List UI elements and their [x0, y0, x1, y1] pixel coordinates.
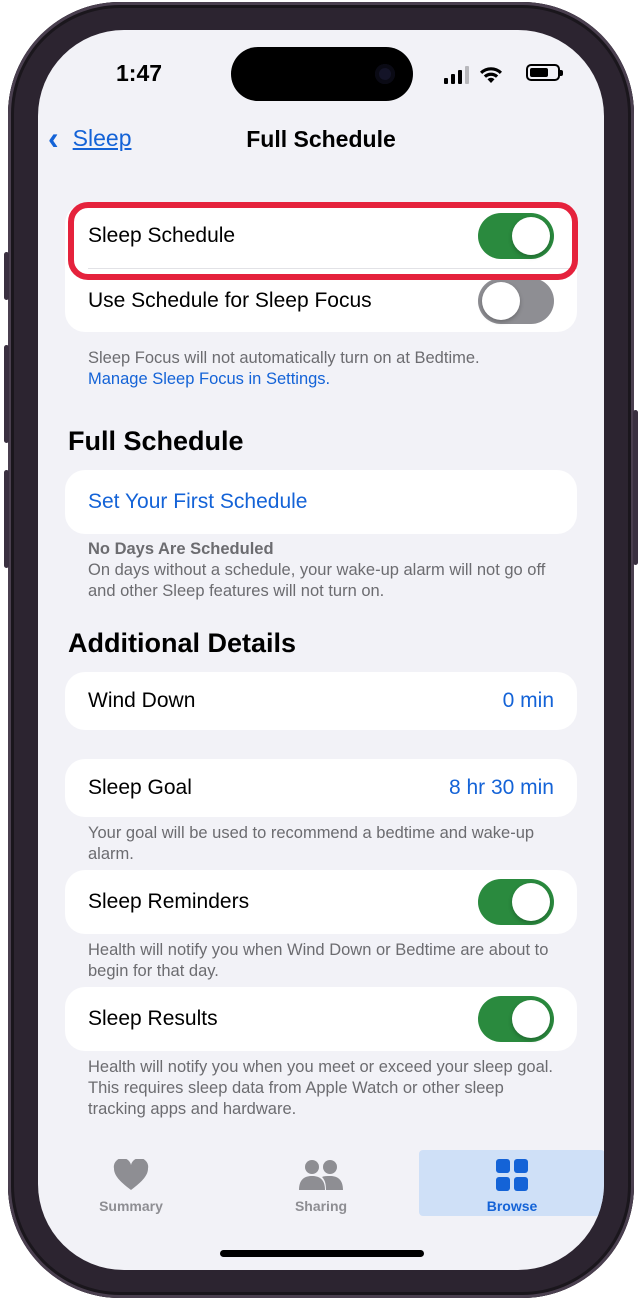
screen: 1:47 ‹ Sleep Full Schedule Sleep Schedul…	[38, 30, 604, 1270]
wind-down-label: Wind Down	[88, 689, 196, 712]
tab-sharing[interactable]: Sharing	[228, 1150, 414, 1216]
sleep-results-card: Sleep Results	[65, 987, 577, 1051]
tab-sharing-label: Sharing	[294, 1198, 348, 1214]
wind-down-value: 0 min	[502, 689, 554, 712]
status-time: 1:47	[116, 60, 163, 86]
no-days-note: No Days Are Scheduled On days without a …	[88, 539, 558, 602]
action-button	[4, 252, 9, 300]
full-schedule-card: Set Your First Schedule	[65, 470, 577, 534]
camera-icon	[375, 64, 395, 84]
sleep-reminders-row: Sleep Reminders	[65, 870, 577, 934]
sleep-reminders-note: Health will notify you when Wind Down or…	[88, 941, 549, 980]
dynamic-island	[231, 47, 413, 101]
wind-down-card: Wind Down 0 min	[65, 672, 577, 730]
sleep-focus-note: Sleep Focus will not automatically turn …	[88, 348, 558, 390]
sleep-reminders-card: Sleep Reminders	[65, 870, 577, 934]
manage-sleep-focus-link[interactable]: Manage Sleep Focus in Settings.	[88, 369, 558, 390]
sleep-results-toggle[interactable]	[478, 996, 554, 1042]
sleep-results-row: Sleep Results	[65, 987, 577, 1051]
sleep-focus-label: Use Schedule for Sleep Focus	[88, 288, 372, 312]
sleep-results-label: Sleep Results	[88, 1007, 218, 1030]
tab-browse-label: Browse	[486, 1198, 538, 1214]
sleep-results-note: Health will notify you when you meet or …	[88, 1058, 554, 1118]
sleep-goal-note: Your goal will be used to recommend a be…	[88, 824, 535, 863]
sleep-goal-value: 8 hr 30 min	[448, 776, 554, 799]
volume-down-button	[4, 470, 9, 568]
page-title: Full Schedule	[246, 126, 396, 152]
highlight-box	[68, 202, 578, 280]
no-days-note-text: On days without a schedule, your wake-up…	[88, 561, 546, 600]
status-icons	[444, 64, 504, 84]
additional-details-heading: Additional Details	[68, 628, 297, 658]
tab-bar: Summary Sharing Browse	[38, 1150, 604, 1222]
sleep-goal-row[interactable]: Sleep Goal 8 hr 30 min	[65, 759, 577, 817]
volume-up-button	[4, 345, 9, 443]
wifi-icon	[480, 67, 502, 83]
sleep-focus-toggle[interactable]	[478, 277, 554, 324]
tab-summary-label: Summary	[99, 1198, 163, 1214]
tab-browse[interactable]: Browse	[419, 1150, 604, 1216]
sleep-focus-note-text: Sleep Focus will not automatically turn …	[88, 349, 480, 367]
heart-icon	[113, 1159, 149, 1190]
battery-icon	[526, 64, 563, 81]
grid-icon	[496, 1159, 528, 1191]
power-button	[633, 410, 638, 565]
sleep-reminders-label: Sleep Reminders	[88, 890, 250, 913]
sleep-goal-card: Sleep Goal 8 hr 30 min	[65, 759, 577, 817]
sleep-reminders-toggle[interactable]	[478, 879, 554, 925]
people-icon	[299, 1160, 343, 1190]
cellular-signal-icon	[444, 66, 469, 84]
full-schedule-heading: Full Schedule	[68, 426, 244, 456]
wind-down-row[interactable]: Wind Down 0 min	[65, 672, 577, 730]
home-indicator[interactable]	[220, 1250, 424, 1257]
tab-summary[interactable]: Summary	[38, 1150, 224, 1216]
no-days-note-title: No Days Are Scheduled	[88, 540, 274, 558]
sleep-goal-label: Sleep Goal	[88, 776, 192, 799]
set-first-schedule-button[interactable]: Set Your First Schedule	[65, 470, 577, 534]
